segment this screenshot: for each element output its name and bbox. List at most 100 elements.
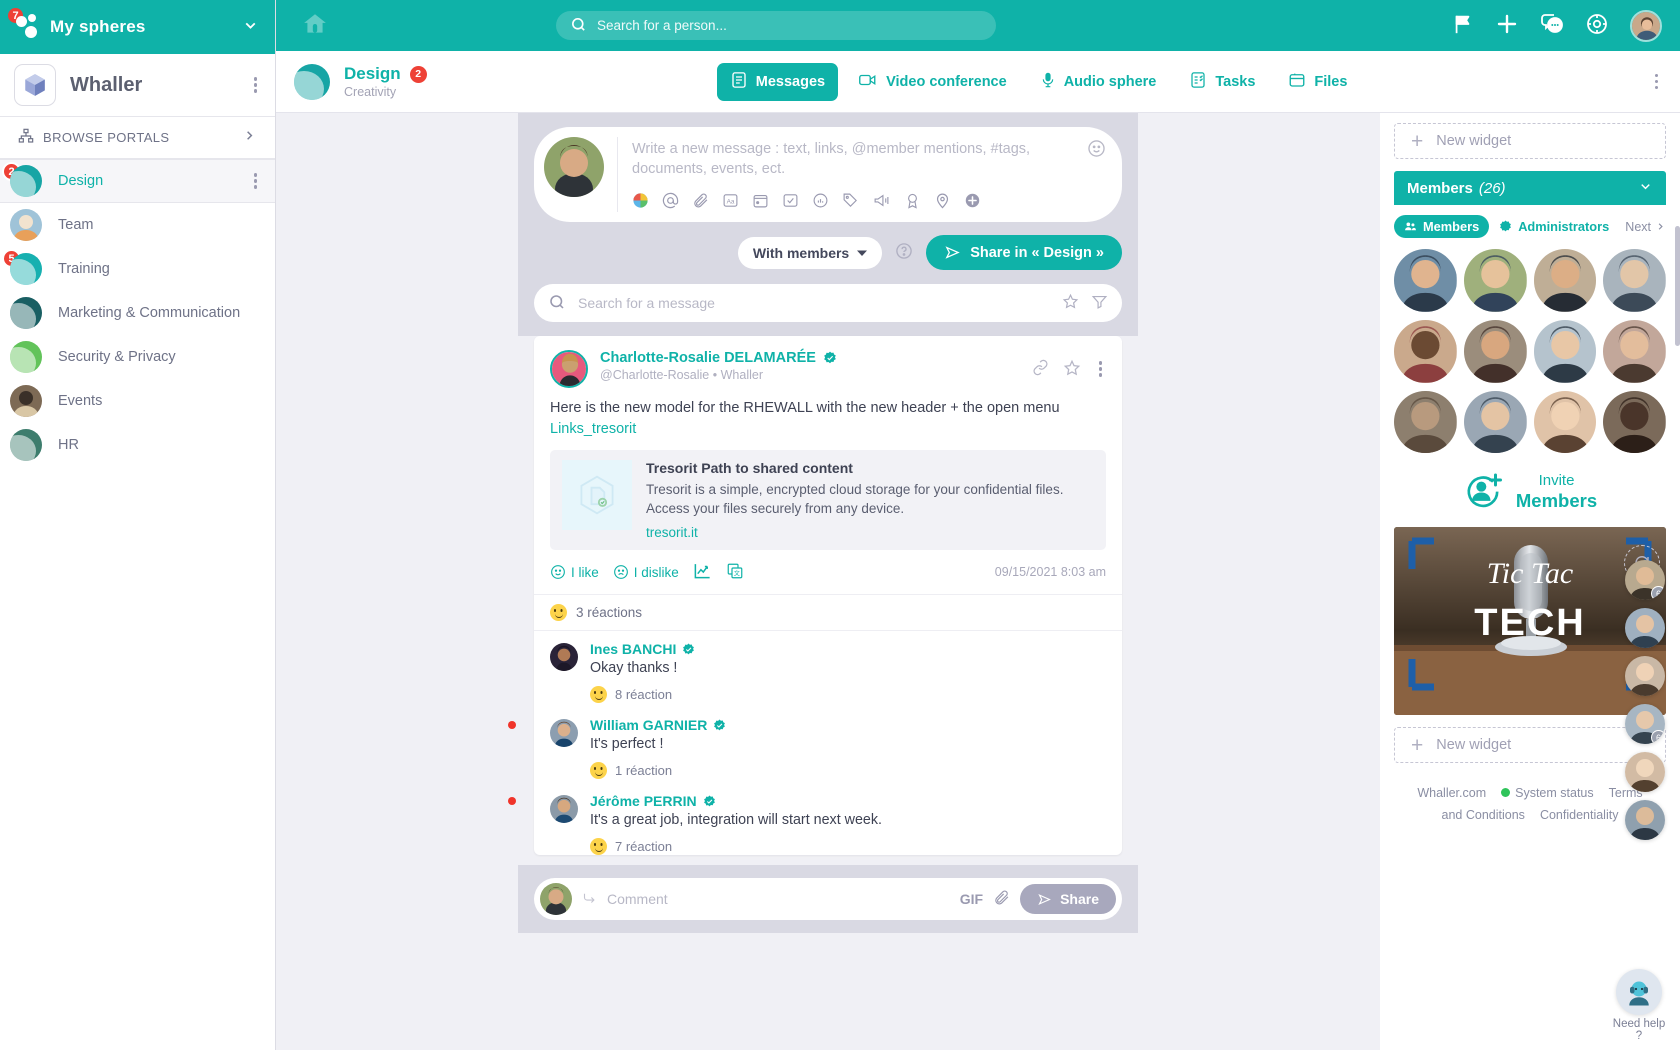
invite-members-button[interactable]: Invite Members xyxy=(1394,470,1666,513)
home-icon[interactable] xyxy=(302,11,328,40)
attachment-icon[interactable] xyxy=(993,889,1010,909)
chevron-down-icon[interactable] xyxy=(1638,179,1653,197)
chevron-down-icon[interactable] xyxy=(242,17,259,38)
footer-link-whaller[interactable]: Whaller.com xyxy=(1417,783,1486,804)
mention-icon[interactable] xyxy=(662,192,679,212)
tab-video-conference[interactable]: Video conference xyxy=(845,63,1020,101)
comment-share-button[interactable]: Share xyxy=(1020,884,1116,915)
share-in-sphere-button[interactable]: Share in « Design » xyxy=(926,235,1122,271)
rail-contact-avatar[interactable]: 6 xyxy=(1625,560,1665,600)
member-avatar[interactable] xyxy=(1533,249,1597,312)
link-preview-description: Tresorit is a simple, encrypted cloud st… xyxy=(646,482,1064,517)
announcement-icon[interactable] xyxy=(872,192,891,212)
member-avatar[interactable] xyxy=(1394,249,1457,312)
sidebar-item-security-privacy[interactable]: Security & Privacy xyxy=(0,335,275,379)
comment-author-avatar[interactable] xyxy=(550,795,578,824)
member-avatar[interactable] xyxy=(1463,249,1527,312)
comment-reactions[interactable]: 1 réaction xyxy=(590,762,1122,780)
member-avatar[interactable] xyxy=(1533,319,1597,383)
comment-reactions[interactable]: 8 réaction xyxy=(590,686,1122,704)
sidebar-item-team[interactable]: Team xyxy=(0,203,275,247)
link-preview-card[interactable]: Tresorit Path to shared content Tresorit… xyxy=(550,450,1106,551)
rail-contact-avatar[interactable] xyxy=(1625,656,1665,696)
filter-icon[interactable] xyxy=(1091,293,1108,313)
settings-gear-icon[interactable] xyxy=(1585,12,1609,39)
member-avatar[interactable] xyxy=(1603,390,1666,454)
tab-files[interactable]: Files xyxy=(1275,63,1360,101)
feed-scrollbar[interactable] xyxy=(1675,226,1680,346)
like-button[interactable]: I like xyxy=(550,564,599,580)
star-icon[interactable] xyxy=(1062,293,1079,313)
need-help-widget[interactable]: Need help ? xyxy=(1608,969,1670,1042)
org-row[interactable]: Whaller xyxy=(0,54,275,117)
smiley-icon[interactable] xyxy=(1087,137,1106,161)
new-widget-top-button[interactable]: + New widget xyxy=(1394,123,1666,159)
tab-tasks[interactable]: Tasks xyxy=(1176,63,1268,101)
event-icon[interactable] xyxy=(752,192,769,212)
post-author-avatar[interactable] xyxy=(550,350,588,389)
rail-contact-avatar[interactable] xyxy=(1625,800,1665,840)
person-search-box[interactable]: Search for a person... xyxy=(556,11,996,40)
member-avatar[interactable] xyxy=(1394,390,1457,454)
sidebar-item-hr[interactable]: HR xyxy=(0,423,275,467)
gif-button[interactable]: GIF xyxy=(960,891,983,907)
members-widget-header[interactable]: Members (26) xyxy=(1394,171,1666,205)
flag-icon[interactable] xyxy=(1452,13,1474,38)
link-icon[interactable] xyxy=(1032,359,1049,379)
emoji-palette-icon[interactable] xyxy=(632,192,649,212)
badge-icon[interactable] xyxy=(904,192,921,212)
text-format-icon[interactable]: Aa xyxy=(722,192,739,212)
comment-author-avatar[interactable] xyxy=(550,643,578,672)
member-avatar[interactable] xyxy=(1603,319,1666,383)
member-avatar[interactable] xyxy=(1463,319,1527,383)
comment-bar-inner[interactable]: Comment GIF Share xyxy=(534,878,1122,921)
sphere-kebab-menu-icon[interactable] xyxy=(1651,70,1663,94)
rail-contact-avatar[interactable] xyxy=(1625,752,1665,792)
post-kebab-menu-icon[interactable] xyxy=(1095,357,1107,381)
checklist-icon[interactable] xyxy=(782,192,799,212)
star-icon[interactable] xyxy=(1063,359,1081,380)
sphere-kebab-menu-icon[interactable] xyxy=(250,169,262,193)
member-avatar[interactable] xyxy=(1463,390,1527,454)
comment-reactions[interactable]: 7 réaction xyxy=(590,838,1122,856)
attachment-icon[interactable] xyxy=(692,192,709,212)
my-spheres-header[interactable]: 7 My spheres xyxy=(0,0,275,54)
stats-icon[interactable] xyxy=(693,561,712,583)
message-search-input[interactable]: Search for a message xyxy=(534,284,1122,323)
post-link-text[interactable]: Links_tresorit xyxy=(550,419,1106,440)
poll-icon[interactable] xyxy=(812,192,829,212)
footer-link-system-status[interactable]: System status xyxy=(1501,783,1594,804)
rail-contact-avatar[interactable] xyxy=(1625,608,1665,648)
link-preview-url[interactable]: tresorit.it xyxy=(646,525,1094,540)
sidebar-item-design[interactable]: 2Design xyxy=(0,159,275,203)
members-next-button[interactable]: Next xyxy=(1625,220,1666,234)
tab-members[interactable]: Members xyxy=(1394,215,1490,238)
comment-author-avatar[interactable] xyxy=(550,719,578,748)
member-avatar[interactable] xyxy=(1603,249,1666,312)
composer-card[interactable]: Write a new message : text, links, @memb… xyxy=(534,127,1122,223)
chat-bubbles-icon[interactable] xyxy=(1540,12,1564,39)
sidebar-item-events[interactable]: Events xyxy=(0,379,275,423)
rail-contact-avatar[interactable]: 6 xyxy=(1625,704,1665,744)
plus-icon[interactable] xyxy=(1495,12,1519,39)
location-icon[interactable] xyxy=(934,192,951,212)
browse-portals-row[interactable]: BROWSE PORTALS xyxy=(0,117,275,159)
tab-messages[interactable]: Messages xyxy=(716,62,839,101)
sidebar-item-training[interactable]: 5 Training xyxy=(0,247,275,291)
sidebar-item-marketing-communication[interactable]: Marketing & Communication xyxy=(0,291,275,335)
user-avatar[interactable] xyxy=(1630,9,1662,42)
add-more-icon[interactable] xyxy=(964,192,981,212)
post-reactions-summary[interactable]: 3 réactions xyxy=(534,595,1122,632)
member-avatar[interactable] xyxy=(1394,319,1457,383)
org-kebab-menu-icon[interactable] xyxy=(250,73,262,97)
footer-link-confidentiality[interactable]: Confidentiality xyxy=(1540,805,1619,826)
help-icon[interactable] xyxy=(895,242,913,263)
tab-audio-sphere[interactable]: Audio sphere xyxy=(1027,63,1170,101)
translate-icon[interactable]: 文 xyxy=(726,562,744,583)
tab-administrators[interactable]: Administrators xyxy=(1499,219,1609,234)
tag-icon[interactable] xyxy=(842,192,859,212)
dislike-button[interactable]: I dislike xyxy=(613,564,679,580)
audience-select[interactable]: With members xyxy=(737,236,883,269)
member-avatar[interactable] xyxy=(1533,390,1597,454)
footer-link-conditions[interactable]: and Conditions xyxy=(1442,805,1525,826)
